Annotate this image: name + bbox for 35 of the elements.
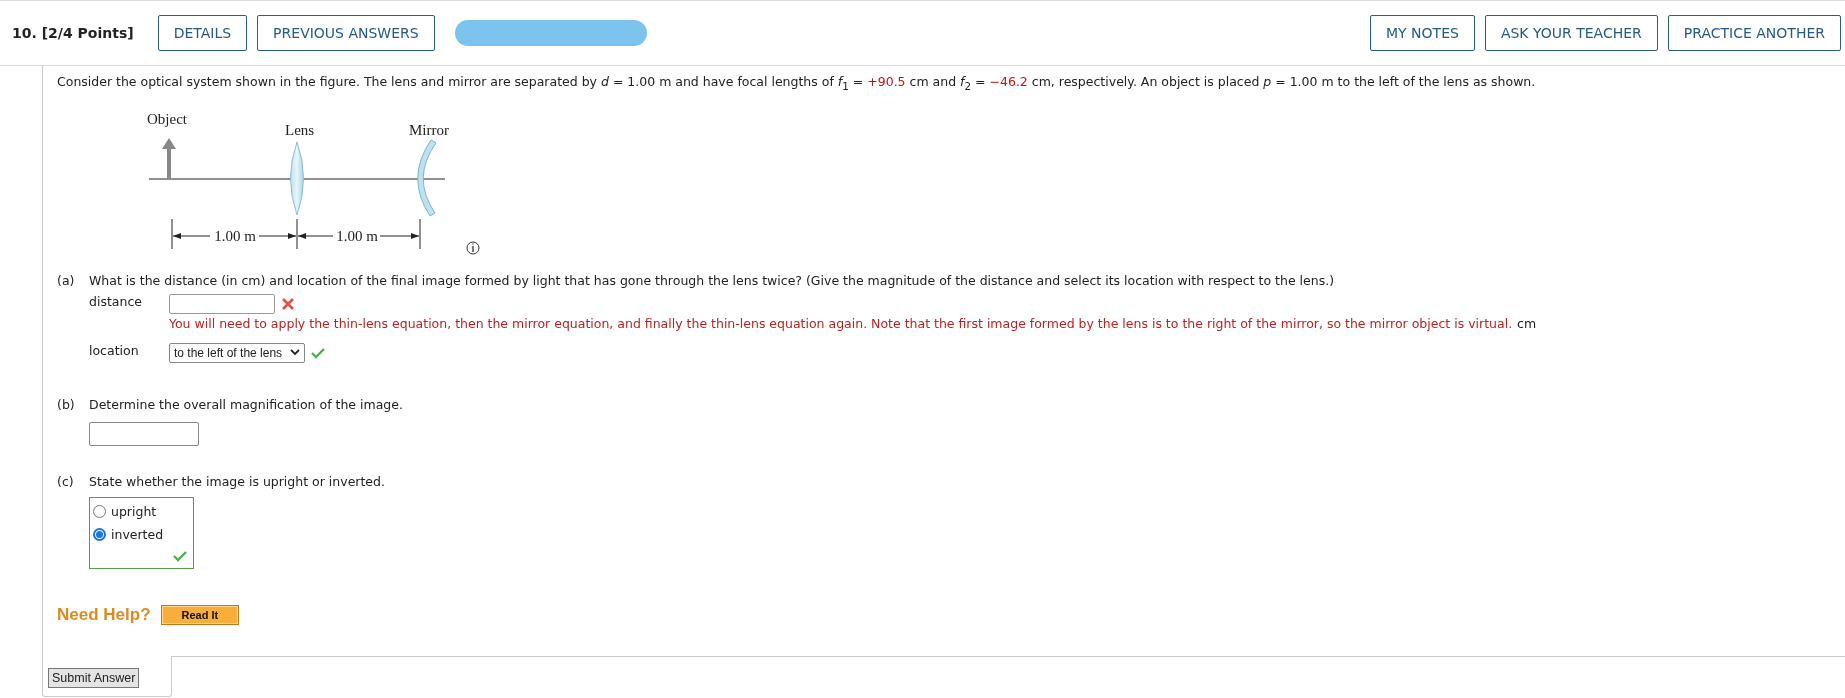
arrow-icon — [162, 137, 176, 179]
question-text: State whether the image is upright or inverted. — [89, 473, 385, 489]
part-label: (b) — [57, 396, 76, 412]
header-button[interactable]: DETAILS — [157, 15, 248, 51]
radio-button[interactable] — [93, 504, 106, 518]
question-text: Consider the optical system shown in the figure. The lens and mirror are separated by d = 1.00 m and have focal lengths of f$_{1}$ = +90.5 cm and f$_{2}$ = −46.2 cm, respectively. An object is placed p = 1.00 m to the left of the lens as shown. — [57, 74, 1537, 92]
part-label: (c) — [57, 473, 75, 489]
feedback-text: You will need to apply the thin-lens equation, then the mirror equation, and finally the thin-lens equation again. Note that the first image formed by the lens is to the right of the mirror, so the mirror object is virtual. — [169, 315, 1513, 331]
figure-label: 1.00 m — [336, 227, 378, 244]
figure-label: Lens — [285, 121, 315, 138]
info-icon[interactable] — [466, 241, 480, 254]
caret-icon — [290, 349, 301, 356]
read-it-button[interactable]: Read It — [160, 604, 240, 625]
option-label: upright — [111, 503, 157, 519]
option-label: inverted — [111, 526, 164, 542]
figure-label: 1.00 m — [214, 227, 256, 244]
header-button[interactable]: ASK YOUR TEACHER — [1484, 15, 1658, 51]
part-label: (a) — [57, 272, 76, 290]
distance-field[interactable] — [169, 293, 275, 314]
field-label: distance — [89, 293, 143, 309]
question-number: 10. [2/4 Points] — [12, 25, 134, 41]
submit-button[interactable]: Submit Answer — [48, 668, 140, 688]
help-heading: Need Help? — [57, 604, 151, 625]
location-dropdown[interactable]: to the left of the lens — [169, 342, 306, 363]
radio-button[interactable] — [93, 527, 106, 541]
figure-label: Mirror — [409, 121, 449, 138]
header-button[interactable]: MY NOTES — [1370, 15, 1475, 51]
header-button[interactable]: PREVIOUS ANSWERS — [257, 15, 435, 51]
question-text: Determine the overall magnification of the image. — [89, 396, 403, 412]
unit-label: cm — [1517, 315, 1537, 331]
field-label: location — [89, 342, 140, 358]
header-button[interactable]: PRACTICE ANOTHER — [1667, 15, 1841, 51]
question-text: What is the distance (in cm) and location of the final image formed by light that has gone through the lens twice? (Give the magnitude of the distance and select its location with respect to the lens.) — [89, 272, 1335, 288]
figure-label: Object — [147, 110, 187, 127]
answer-field[interactable] — [89, 421, 199, 446]
